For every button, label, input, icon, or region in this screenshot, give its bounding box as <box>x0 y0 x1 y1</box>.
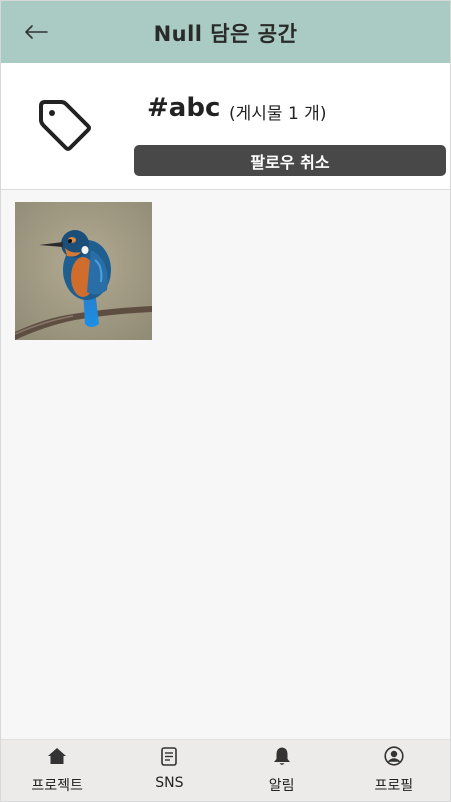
nav-item-sns[interactable]: SNS <box>113 740 225 801</box>
bell-icon <box>272 746 292 766</box>
nav-label: 프로젝트 <box>31 778 83 794</box>
nav-item-profile[interactable]: 프로필 <box>338 740 450 801</box>
app-frame: Null 담은 공간 #abc (게시물 1 개) 팔로우 취소 프로젝트 SN… <box>0 0 451 802</box>
nav-label: 프로필 <box>374 778 414 794</box>
kingfisher-image <box>15 202 152 340</box>
home-icon <box>47 746 67 766</box>
tag-name: #abc <box>147 93 221 123</box>
nav-item-project[interactable]: 프로젝트 <box>1 740 113 801</box>
nav-label: SNS <box>155 775 184 791</box>
post-thumbnail[interactable] <box>15 202 152 340</box>
nav-item-notifications[interactable]: 알림 <box>226 740 338 801</box>
unfollow-button[interactable]: 팔로우 취소 <box>134 145 446 176</box>
nav-label: 알림 <box>268 778 295 794</box>
app-header: Null 담은 공간 <box>1 1 450 63</box>
post-count: (게시물 1 개) <box>229 104 327 124</box>
user-circle-icon <box>384 746 404 766</box>
document-icon <box>159 746 179 766</box>
page-title: Null 담은 공간 <box>153 22 298 46</box>
tag-icon <box>35 97 93 155</box>
tag-info-section: #abc (게시물 1 개) 팔로우 취소 <box>1 63 450 190</box>
bottom-nav: 프로젝트 SNS 알림 프로필 <box>1 739 450 801</box>
